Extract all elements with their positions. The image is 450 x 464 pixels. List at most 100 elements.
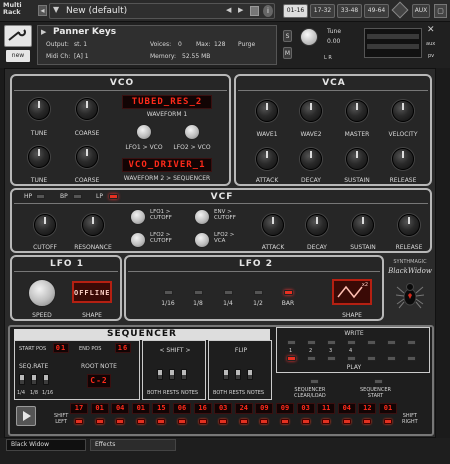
lfo2-rate-switch-1-8[interactable] [194, 290, 203, 295]
step-value-display[interactable]: 01 [90, 403, 109, 414]
flip-rests-toggle[interactable] [235, 369, 241, 380]
waveform2-display[interactable]: VCO_DRIVER_1 [122, 158, 212, 172]
lfo1-cutoff-knob[interactable] [130, 209, 146, 225]
shift-notes-toggle[interactable] [181, 369, 187, 380]
vca-wave1-knob[interactable] [256, 100, 278, 122]
lfo1-vco-knob[interactable] [136, 124, 152, 140]
lfo2-shape-display[interactable]: x2 [332, 279, 372, 305]
step-gate-led[interactable] [219, 419, 228, 424]
seq-clear-load-switch[interactable] [310, 379, 319, 384]
root-note-display[interactable]: C-2 [87, 374, 111, 388]
vcf-resonance-knob[interactable] [82, 214, 104, 236]
pv-toggle[interactable]: pv [428, 53, 434, 59]
step-gate-led[interactable] [239, 419, 248, 424]
expand-icon[interactable]: ▢ [434, 4, 447, 18]
output-value[interactable]: st. 1 [74, 41, 87, 48]
step-value-display[interactable]: 12 [358, 403, 377, 414]
close-icon[interactable]: ✕ [427, 25, 435, 35]
vco-coarse-knob-1[interactable] [76, 98, 98, 120]
step-value-display[interactable]: 01 [379, 403, 397, 414]
seq-rate-toggle-3[interactable] [43, 374, 49, 385]
kontakt-logo-icon[interactable] [391, 1, 409, 19]
vca-release-knob[interactable] [392, 148, 414, 170]
step-gate-led[interactable] [95, 419, 104, 424]
step-value-display[interactable]: 03 [296, 403, 315, 414]
lfo2-rate-switch-1-2[interactable] [254, 290, 263, 295]
lfo1-shape-display[interactable]: OFFLINE [72, 281, 112, 303]
vca-master-knob[interactable] [346, 100, 368, 122]
vcf-lp-switch[interactable] [109, 194, 118, 199]
aux-toggle[interactable]: aux [426, 41, 435, 47]
play-slot-7[interactable] [407, 356, 416, 361]
step-gate-led[interactable] [178, 419, 186, 424]
play-slot-6[interactable] [387, 356, 396, 361]
play-slot-3[interactable] [327, 356, 336, 361]
info-icon[interactable]: i [263, 5, 273, 17]
vca-attack-knob[interactable] [256, 148, 278, 170]
flip-notes-toggle[interactable] [247, 369, 253, 380]
start-pos-display[interactable]: 01 [53, 343, 69, 353]
end-pos-display[interactable]: 16 [115, 343, 131, 353]
play-slot-4[interactable] [347, 356, 356, 361]
step-value-display[interactable]: 03 [214, 403, 233, 414]
vca-wave2-knob[interactable] [300, 100, 322, 122]
waveform1-display[interactable]: TUBED_RES_2 [122, 95, 212, 109]
step-value-display[interactable]: 09 [276, 403, 294, 414]
step-value-display[interactable]: 04 [111, 403, 130, 414]
step-value-display[interactable]: 16 [193, 403, 212, 414]
seq-rate-toggle-1[interactable] [19, 374, 25, 385]
step-gate-led[interactable] [342, 419, 351, 424]
step-gate-led[interactable] [260, 419, 269, 424]
vco-tune-knob-2[interactable] [28, 146, 50, 168]
next-preset-icon[interactable]: ▶ [238, 6, 243, 14]
lfo2-vca-knob[interactable] [194, 232, 210, 248]
instrument-arrow-icon[interactable]: ▶ [41, 28, 46, 36]
preset-bar[interactable]: ▼ New (default) ◀ ▶ i [49, 3, 275, 19]
play-slot-5[interactable] [367, 356, 376, 361]
shift-rests-toggle[interactable] [169, 369, 175, 380]
preset-tab[interactable]: Black Widow [6, 439, 86, 451]
step-value-display[interactable]: 04 [337, 403, 356, 414]
aux-button[interactable]: AUX [412, 4, 430, 18]
play-slot-2[interactable] [307, 356, 316, 361]
lfo2-rate-switch-1-4[interactable] [224, 290, 233, 295]
step-value-display[interactable]: 15 [152, 403, 171, 414]
step-gate-led[interactable] [363, 419, 372, 424]
vcf-decay-knob[interactable] [306, 214, 328, 236]
purge-button[interactable]: Purge [238, 41, 255, 48]
vca-sustain-knob[interactable] [346, 148, 368, 170]
write-slot-2[interactable] [307, 340, 316, 345]
flip-both-toggle[interactable] [223, 369, 229, 380]
vco-tune-knob-1[interactable] [28, 98, 50, 120]
step-gate-led[interactable] [136, 419, 145, 424]
write-slot-6[interactable] [387, 340, 396, 345]
lfo2-rate-switch-1-16[interactable] [164, 290, 173, 295]
solo-button[interactable]: S [283, 30, 292, 42]
max-value[interactable]: 128 [214, 41, 225, 48]
rack-menu-icon[interactable]: ◂ [38, 5, 47, 16]
vcf-attack-knob[interactable] [262, 214, 284, 236]
step-gate-led[interactable] [198, 419, 207, 424]
tab-17-32[interactable]: 17-32 [310, 4, 335, 18]
step-value-display[interactable]: 06 [173, 403, 191, 414]
step-value-display[interactable]: 17 [70, 403, 88, 414]
prev-preset-icon[interactable]: ◀ [226, 6, 231, 14]
vcf-hp-switch[interactable] [36, 194, 45, 199]
instrument-name[interactable]: Panner Keys [53, 27, 116, 37]
tab-49-64[interactable]: 49-64 [364, 4, 389, 18]
tune-knob[interactable] [300, 28, 318, 46]
mute-button[interactable]: M [283, 47, 292, 59]
tab-01-16[interactable]: 01-16 [283, 4, 308, 18]
effects-tab[interactable]: Effects [90, 439, 176, 451]
play-slot-1[interactable] [287, 356, 296, 361]
vcf-release-knob[interactable] [398, 214, 420, 236]
write-slot-1[interactable] [287, 340, 296, 345]
step-gate-led[interactable] [384, 419, 392, 424]
seq-start-switch[interactable] [374, 379, 383, 384]
midi-channel-value[interactable]: [A] 1 [74, 53, 89, 60]
write-slot-5[interactable] [367, 340, 376, 345]
preset-arrow-icon[interactable]: ▼ [53, 5, 59, 14]
step-gate-led[interactable] [281, 419, 289, 424]
write-slot-3[interactable] [327, 340, 336, 345]
step-value-display[interactable]: 11 [317, 403, 336, 414]
